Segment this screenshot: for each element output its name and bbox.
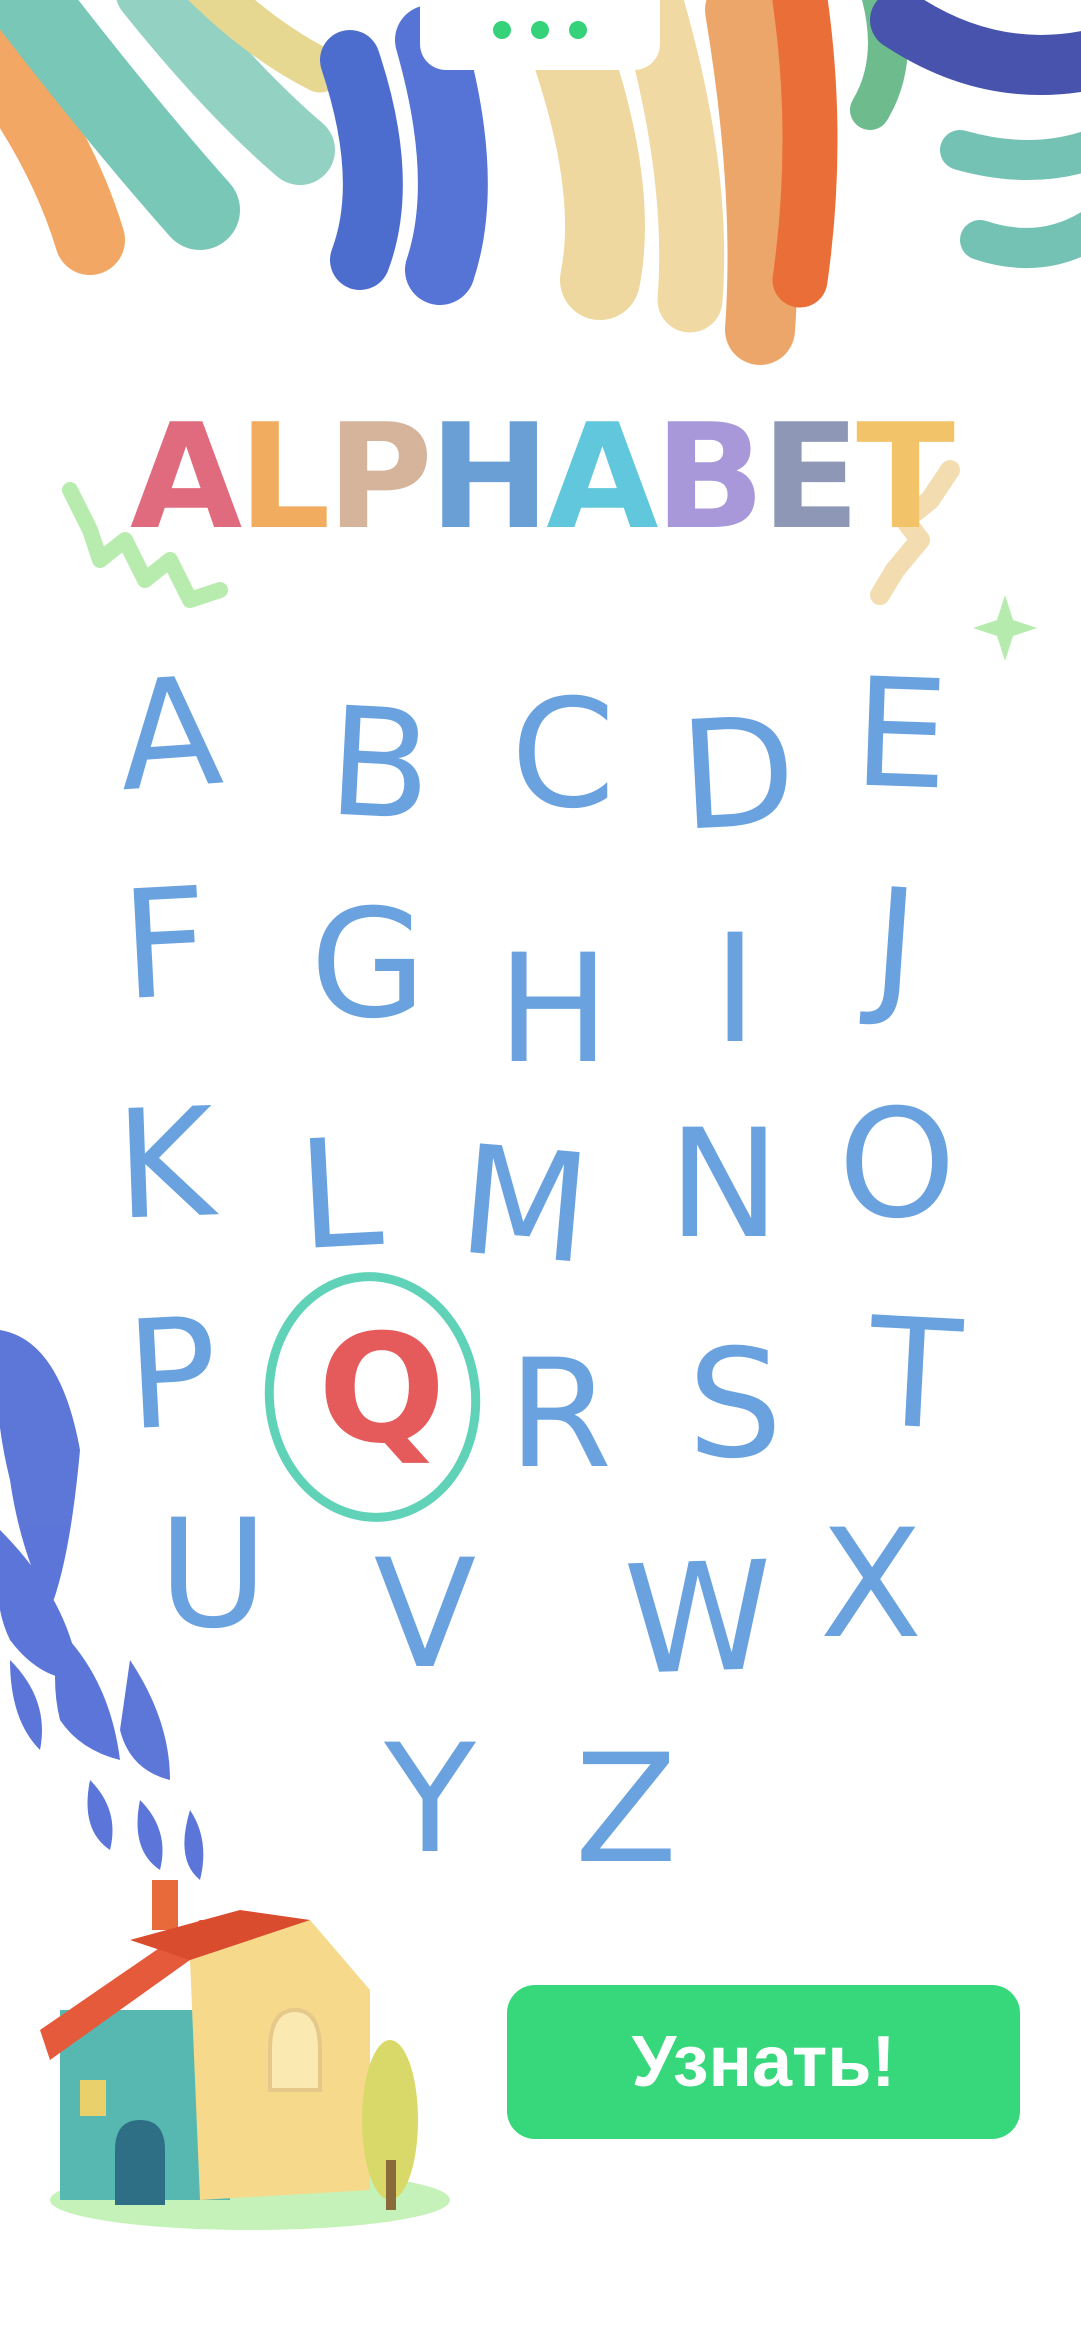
learn-button[interactable]: Узнать! bbox=[507, 1985, 1020, 2139]
letter-l[interactable]: L bbox=[281, 1106, 399, 1284]
letter-o[interactable]: O bbox=[838, 1090, 956, 1240]
letter-j[interactable]: J bbox=[835, 857, 955, 1034]
title-letter: T bbox=[856, 393, 955, 562]
letter-h[interactable]: H bbox=[497, 935, 610, 1085]
sparkle-decoration bbox=[973, 595, 1037, 661]
title-letter: L bbox=[238, 393, 330, 562]
letter-c[interactable]: C bbox=[508, 680, 618, 830]
letter-a[interactable]: A bbox=[110, 645, 230, 826]
letter-y[interactable]: Y bbox=[375, 1725, 485, 1875]
house-illustration bbox=[40, 1880, 450, 2230]
letter-b[interactable]: B bbox=[321, 675, 439, 854]
title-letter: E bbox=[761, 393, 860, 562]
letter-t[interactable]: T bbox=[856, 1286, 974, 1465]
letter-z[interactable]: Z bbox=[571, 1735, 681, 1885]
letter-m[interactable]: M bbox=[453, 1114, 597, 1299]
letter-i[interactable]: I bbox=[680, 915, 790, 1065]
squiggle-decoration bbox=[62, 460, 1037, 661]
letter-f[interactable]: F bbox=[106, 856, 224, 1034]
letter-s[interactable]: S bbox=[680, 1330, 790, 1480]
title-letter: A bbox=[129, 393, 242, 562]
letter-e[interactable]: E bbox=[843, 646, 958, 823]
letter-n[interactable]: N bbox=[668, 1110, 780, 1260]
page-title: ALPHABET bbox=[0, 405, 1081, 550]
letter-r[interactable]: R bbox=[505, 1340, 615, 1490]
letter-x[interactable]: X bbox=[816, 1510, 926, 1660]
letter-g[interactable]: G bbox=[310, 890, 426, 1040]
title-letter: H bbox=[428, 393, 550, 562]
letter-k[interactable]: K bbox=[107, 1076, 222, 1253]
app-screen: ALPHABET ABCDEFGHIJKLMNOPQRSTUVWXYZ Узна… bbox=[0, 0, 1081, 2340]
title-letter: B bbox=[654, 393, 766, 562]
letter-d[interactable]: D bbox=[676, 685, 800, 865]
letter-w[interactable]: W bbox=[622, 1530, 776, 1709]
letter-v[interactable]: V bbox=[370, 1540, 480, 1690]
title-letter: A bbox=[546, 393, 658, 562]
title-letter: P bbox=[326, 393, 433, 562]
